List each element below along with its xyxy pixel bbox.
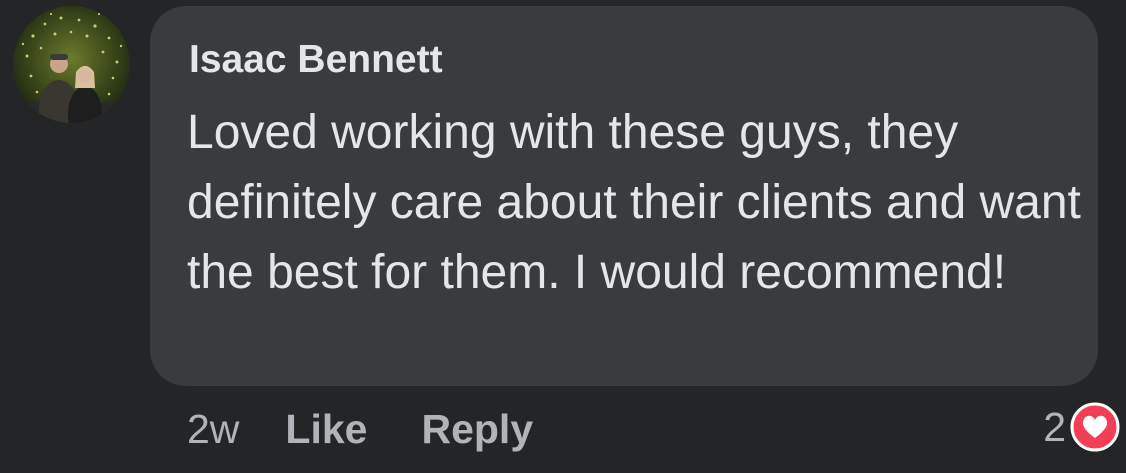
avatar[interactable]: [13, 6, 130, 123]
comment-text: Loved working with these guys, they defi…: [187, 106, 1081, 299]
comment-actions: 2w Like Reply: [187, 404, 587, 454]
reaction-summary[interactable]: 2: [1043, 402, 1120, 452]
heart-icon: [1070, 402, 1120, 452]
reaction-count: 2: [1043, 403, 1066, 450]
comment-author[interactable]: Isaac Bennett: [189, 40, 443, 79]
avatar-photo: [13, 6, 130, 123]
comment-timestamp[interactable]: 2w: [187, 406, 239, 453]
like-button[interactable]: Like: [285, 406, 367, 453]
comment-bubble: Isaac Bennett Loved working with these g…: [150, 6, 1098, 386]
reply-button[interactable]: Reply: [421, 406, 533, 453]
